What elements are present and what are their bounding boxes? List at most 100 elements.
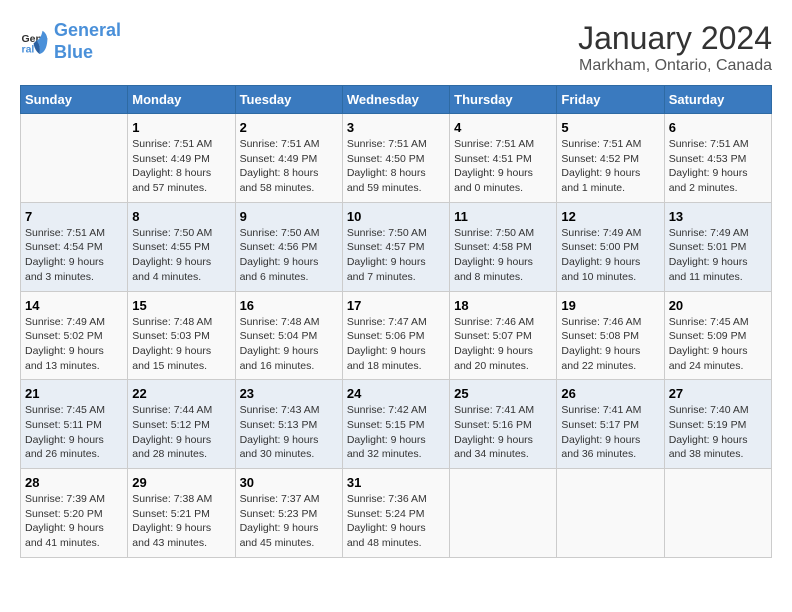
calendar-cell: 3 Sunrise: 7:51 AMSunset: 4:50 PMDaylight… <box>342 114 449 203</box>
day-number: 7 <box>25 209 123 224</box>
calendar-cell: 11 Sunrise: 7:50 AMSunset: 4:58 PMDayligh… <box>450 202 557 291</box>
day-number: 4 <box>454 120 552 135</box>
day-info: Sunrise: 7:36 AMSunset: 5:24 PMDaylight:… <box>347 492 445 551</box>
calendar-cell: 26Sunrise: 7:41 AMSunset: 5:17 PMDayligh… <box>557 380 664 469</box>
calendar-cell: 24Sunrise: 7:42 AMSunset: 5:15 PMDayligh… <box>342 380 449 469</box>
day-number: 24 <box>347 386 445 401</box>
calendar-cell: 5 Sunrise: 7:51 AMSunset: 4:52 PMDaylight… <box>557 114 664 203</box>
day-number: 6 <box>669 120 767 135</box>
day-number: 5 <box>561 120 659 135</box>
day-info: Sunrise: 7:45 AMSunset: 5:11 PMDaylight:… <box>25 403 123 462</box>
calendar-body: 1 Sunrise: 7:51 AMSunset: 4:49 PMDaylight… <box>21 114 772 558</box>
week-row-4: 21Sunrise: 7:45 AMSunset: 5:11 PMDayligh… <box>21 380 772 469</box>
logo: Gene ral General Blue <box>20 20 121 63</box>
day-number: 27 <box>669 386 767 401</box>
calendar-cell: 18Sunrise: 7:46 AMSunset: 5:07 PMDayligh… <box>450 291 557 380</box>
day-info: Sunrise: 7:45 AMSunset: 5:09 PMDaylight:… <box>669 315 767 374</box>
calendar-cell: 30 Sunrise: 7:37 AMSunset: 5:23 PMDayligh… <box>235 469 342 558</box>
day-info: Sunrise: 7:41 AMSunset: 5:16 PMDaylight:… <box>454 403 552 462</box>
calendar-cell: 1Sunrise: 7:51 AMSunset: 4:49 PMDaylight… <box>128 114 235 203</box>
title-block: January 2024 Markham, Ontario, Canada <box>578 20 772 75</box>
calendar-cell: 4 Sunrise: 7:51 AMSunset: 4:51 PMDaylight… <box>450 114 557 203</box>
day-number: 8 <box>132 209 230 224</box>
day-number: 30 <box>240 475 338 490</box>
calendar-cell: 21Sunrise: 7:45 AMSunset: 5:11 PMDayligh… <box>21 380 128 469</box>
week-row-2: 7 Sunrise: 7:51 AMSunset: 4:54 PMDaylight… <box>21 202 772 291</box>
day-number: 29 <box>132 475 230 490</box>
day-info: Sunrise: 7:51 AMSunset: 4:52 PMDaylight:… <box>561 137 659 196</box>
day-info: Sunrise: 7:51 AMSunset: 4:51 PMDaylight:… <box>454 137 552 196</box>
day-number: 22 <box>132 386 230 401</box>
day-info: Sunrise: 7:39 AMSunset: 5:20 PMDaylight:… <box>25 492 123 551</box>
header-cell-monday: Monday <box>128 86 235 114</box>
day-info: Sunrise: 7:37 AMSunset: 5:23 PMDaylight:… <box>240 492 338 551</box>
calendar-cell: 29Sunrise: 7:38 AMSunset: 5:21 PMDayligh… <box>128 469 235 558</box>
day-info: Sunrise: 7:48 AMSunset: 5:04 PMDaylight:… <box>240 315 338 374</box>
calendar-cell <box>664 469 771 558</box>
header-cell-friday: Friday <box>557 86 664 114</box>
day-info: Sunrise: 7:50 AMSunset: 4:58 PMDaylight:… <box>454 226 552 285</box>
calendar-cell: 2 Sunrise: 7:51 AMSunset: 4:49 PMDaylight… <box>235 114 342 203</box>
calendar-cell: 27 Sunrise: 7:40 AMSunset: 5:19 PMDayligh… <box>664 380 771 469</box>
day-info: Sunrise: 7:50 AMSunset: 4:55 PMDaylight:… <box>132 226 230 285</box>
week-row-5: 28Sunrise: 7:39 AMSunset: 5:20 PMDayligh… <box>21 469 772 558</box>
day-info: Sunrise: 7:51 AMSunset: 4:54 PMDaylight:… <box>25 226 123 285</box>
header-cell-wednesday: Wednesday <box>342 86 449 114</box>
day-info: Sunrise: 7:51 AMSunset: 4:50 PMDaylight:… <box>347 137 445 196</box>
day-info: Sunrise: 7:43 AMSunset: 5:13 PMDaylight:… <box>240 403 338 462</box>
day-info: Sunrise: 7:47 AMSunset: 5:06 PMDaylight:… <box>347 315 445 374</box>
day-number: 9 <box>240 209 338 224</box>
day-number: 17 <box>347 298 445 313</box>
page-title: January 2024 <box>578 20 772 57</box>
day-info: Sunrise: 7:51 AMSunset: 4:53 PMDaylight:… <box>669 137 767 196</box>
header-row: SundayMondayTuesdayWednesdayThursdayFrid… <box>21 86 772 114</box>
calendar-cell: 20 Sunrise: 7:45 AMSunset: 5:09 PMDayligh… <box>664 291 771 380</box>
day-number: 18 <box>454 298 552 313</box>
day-number: 2 <box>240 120 338 135</box>
calendar-cell: 31 Sunrise: 7:36 AMSunset: 5:24 PMDayligh… <box>342 469 449 558</box>
day-number: 11 <box>454 209 552 224</box>
day-info: Sunrise: 7:41 AMSunset: 5:17 PMDaylight:… <box>561 403 659 462</box>
day-number: 15 <box>132 298 230 313</box>
day-info: Sunrise: 7:40 AMSunset: 5:19 PMDaylight:… <box>669 403 767 462</box>
day-info: Sunrise: 7:49 AMSunset: 5:01 PMDaylight:… <box>669 226 767 285</box>
calendar-cell: 13Sunrise: 7:49 AMSunset: 5:01 PMDayligh… <box>664 202 771 291</box>
calendar-cell: 19 Sunrise: 7:46 AMSunset: 5:08 PMDayligh… <box>557 291 664 380</box>
calendar-cell: 25Sunrise: 7:41 AMSunset: 5:16 PMDayligh… <box>450 380 557 469</box>
day-info: Sunrise: 7:50 AMSunset: 4:57 PMDaylight:… <box>347 226 445 285</box>
calendar-cell: 15 Sunrise: 7:48 AMSunset: 5:03 PMDayligh… <box>128 291 235 380</box>
day-info: Sunrise: 7:46 AMSunset: 5:08 PMDaylight:… <box>561 315 659 374</box>
calendar-table: SundayMondayTuesdayWednesdayThursdayFrid… <box>20 85 772 558</box>
day-info: Sunrise: 7:44 AMSunset: 5:12 PMDaylight:… <box>132 403 230 462</box>
calendar-cell: 8 Sunrise: 7:50 AMSunset: 4:55 PMDaylight… <box>128 202 235 291</box>
calendar-cell: 10Sunrise: 7:50 AMSunset: 4:57 PMDayligh… <box>342 202 449 291</box>
day-info: Sunrise: 7:51 AMSunset: 4:49 PMDaylight:… <box>240 137 338 196</box>
day-info: Sunrise: 7:49 AMSunset: 5:02 PMDaylight:… <box>25 315 123 374</box>
calendar-header: SundayMondayTuesdayWednesdayThursdayFrid… <box>21 86 772 114</box>
calendar-cell: 12 Sunrise: 7:49 AMSunset: 5:00 PMDayligh… <box>557 202 664 291</box>
svg-text:ral: ral <box>22 43 35 55</box>
calendar-cell: 9 Sunrise: 7:50 AMSunset: 4:56 PMDaylight… <box>235 202 342 291</box>
page-subtitle: Markham, Ontario, Canada <box>578 57 772 75</box>
day-number: 23 <box>240 386 338 401</box>
header-cell-tuesday: Tuesday <box>235 86 342 114</box>
logo-line2: Blue <box>54 42 93 62</box>
calendar-cell: 6 Sunrise: 7:51 AMSunset: 4:53 PMDaylight… <box>664 114 771 203</box>
header-cell-thursday: Thursday <box>450 86 557 114</box>
calendar-cell: 16Sunrise: 7:48 AMSunset: 5:04 PMDayligh… <box>235 291 342 380</box>
week-row-3: 14Sunrise: 7:49 AMSunset: 5:02 PMDayligh… <box>21 291 772 380</box>
week-row-1: 1 Sunrise: 7:51 AMSunset: 4:49 PMDaylight… <box>21 114 772 203</box>
day-number: 20 <box>669 298 767 313</box>
logo-line1: General <box>54 20 121 40</box>
day-number: 19 <box>561 298 659 313</box>
day-number: 3 <box>347 120 445 135</box>
day-number: 1 <box>132 120 230 135</box>
day-info: Sunrise: 7:50 AMSunset: 4:56 PMDaylight:… <box>240 226 338 285</box>
day-number: 12 <box>561 209 659 224</box>
calendar-cell <box>21 114 128 203</box>
header-cell-sunday: Sunday <box>21 86 128 114</box>
day-number: 31 <box>347 475 445 490</box>
day-info: Sunrise: 7:49 AMSunset: 5:00 PMDaylight:… <box>561 226 659 285</box>
day-info: Sunrise: 7:48 AMSunset: 5:03 PMDaylight:… <box>132 315 230 374</box>
calendar-cell: 22 Sunrise: 7:44 AMSunset: 5:12 PMDayligh… <box>128 380 235 469</box>
